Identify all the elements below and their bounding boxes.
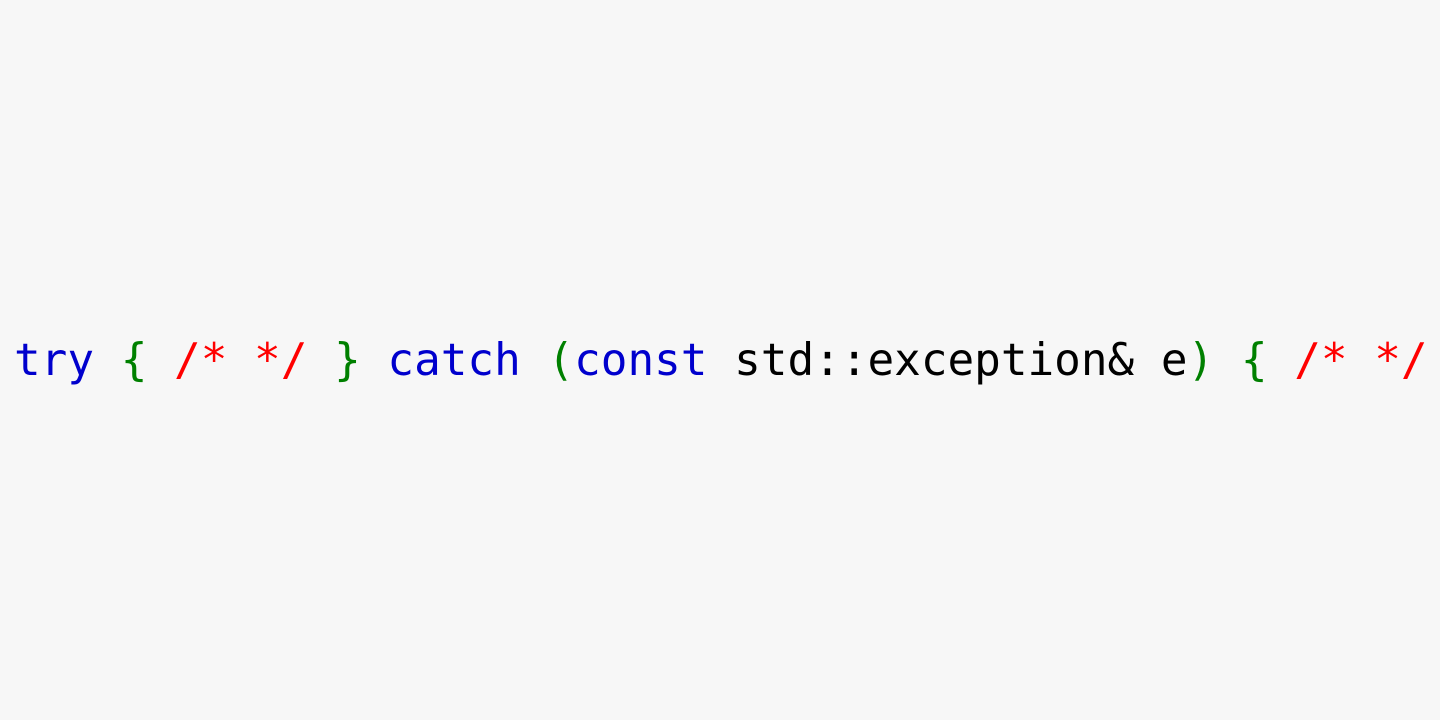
token-open-brace: {: [121, 335, 148, 386]
token-exception-type: std::exception& e: [707, 335, 1187, 386]
token-space: [521, 335, 548, 386]
token-catch: catch: [387, 335, 520, 386]
token-space: [1428, 335, 1440, 386]
token-comment: /* */: [174, 335, 307, 386]
token-space: [94, 335, 121, 386]
token-comment: /* */: [1294, 335, 1427, 386]
token-open-paren: (: [547, 335, 574, 386]
token-close-paren: ): [1188, 335, 1215, 386]
token-space: [147, 335, 174, 386]
token-space: [1214, 335, 1241, 386]
token-open-brace: {: [1241, 335, 1268, 386]
token-try: try: [14, 335, 94, 386]
code-snippet: try { /* */ } catch (const std::exceptio…: [0, 335, 1440, 386]
token-space: [1268, 335, 1295, 386]
token-close-brace: }: [334, 335, 361, 386]
token-space: [361, 335, 388, 386]
token-space: [307, 335, 334, 386]
token-const: const: [574, 335, 707, 386]
